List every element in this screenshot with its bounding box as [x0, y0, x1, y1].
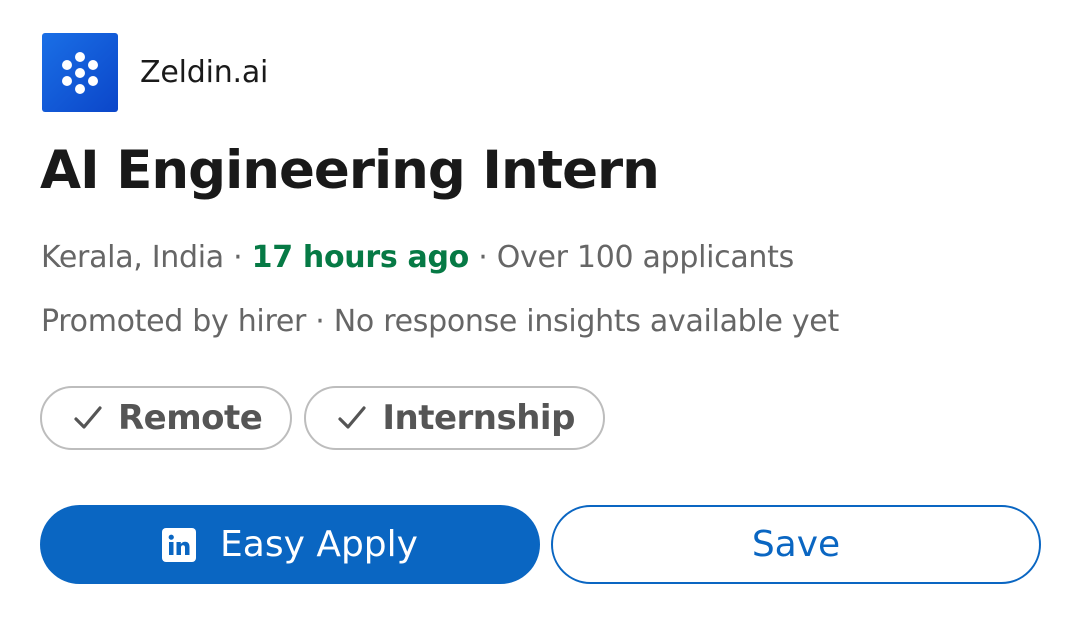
- chip-label: Internship: [382, 398, 575, 438]
- job-title: AI Engineering Intern: [40, 140, 660, 201]
- separator: ·: [478, 240, 488, 275]
- job-card: Zeldin.ai AI Engineering Intern Kerala, …: [0, 0, 1080, 626]
- company-name[interactable]: Zeldin.ai: [140, 55, 268, 90]
- easy-apply-button[interactable]: Easy Apply: [40, 505, 540, 584]
- save-button[interactable]: Save: [551, 505, 1041, 584]
- chip-internship[interactable]: Internship: [304, 386, 605, 450]
- applicant-count: Over 100 applicants: [496, 240, 795, 275]
- promoted-label: Promoted by hirer: [41, 304, 307, 339]
- separator: ·: [315, 304, 325, 339]
- company-logo[interactable]: [42, 33, 118, 112]
- save-label: Save: [751, 524, 841, 565]
- job-insights-line: Promoted by hirer · No response insights…: [41, 304, 839, 339]
- response-insights: No response insights available yet: [333, 304, 839, 339]
- job-attribute-chips: Remote Internship: [40, 386, 605, 450]
- zeldin-dots-logo-icon: [62, 51, 98, 94]
- company-header: Zeldin.ai: [42, 33, 268, 112]
- job-location: Kerala, India: [41, 240, 224, 275]
- chip-remote[interactable]: Remote: [40, 386, 293, 450]
- chip-label: Remote: [118, 398, 263, 438]
- separator: ·: [233, 240, 243, 275]
- linkedin-icon: [162, 527, 197, 562]
- posted-time: 17 hours ago: [251, 240, 470, 275]
- job-meta-line: Kerala, India · 17 hours ago · Over 100 …: [41, 240, 794, 275]
- checkmark-icon: [72, 402, 104, 434]
- job-actions: Easy Apply Save: [40, 505, 1041, 584]
- checkmark-icon: [336, 402, 368, 434]
- easy-apply-label: Easy Apply: [220, 524, 418, 565]
